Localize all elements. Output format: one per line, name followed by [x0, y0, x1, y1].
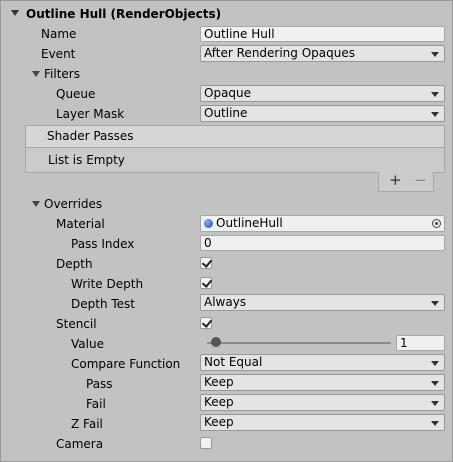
fail-value: Keep — [204, 395, 234, 409]
compare-function-value: Not Equal — [204, 355, 263, 369]
z-fail-dropdown[interactable]: Keep — [200, 414, 445, 431]
pass-label: Pass — [86, 377, 113, 391]
chevron-down-icon — [431, 92, 439, 97]
chevron-down-icon — [431, 381, 439, 386]
chevron-down-icon — [431, 301, 439, 306]
remove-item-button[interactable]: − — [414, 171, 427, 189]
list-empty-text: List is Empty — [48, 153, 125, 167]
fail-label: Fail — [86, 397, 106, 411]
depth-checkbox[interactable] — [200, 257, 213, 269]
pass-dropdown[interactable]: Keep — [200, 374, 445, 391]
event-dropdown[interactable]: After Rendering Opaques — [200, 45, 445, 62]
material-label: Material — [56, 217, 105, 231]
queue-value: Opaque — [204, 86, 252, 100]
chevron-down-icon — [431, 421, 439, 426]
chevron-down-icon — [431, 52, 439, 57]
event-value: After Rendering Opaques — [204, 46, 355, 60]
event-label: Event — [41, 47, 76, 61]
object-picker-icon[interactable] — [432, 219, 441, 228]
collapse-arrow-icon[interactable] — [11, 10, 19, 16]
value-input[interactable]: 1 — [396, 335, 445, 351]
camera-checkbox[interactable] — [200, 437, 212, 449]
layer-mask-label: Layer Mask — [56, 107, 125, 121]
component-header[interactable]: Outline Hull (RenderObjects) — [1, 1, 452, 27]
checkmark-icon — [201, 277, 213, 288]
name-input[interactable]: Outline Hull — [200, 26, 445, 42]
overrides-foldout-arrow-icon[interactable] — [32, 201, 40, 207]
chevron-down-icon — [431, 401, 439, 406]
compare-function-label: Compare Function — [71, 357, 181, 371]
camera-label: Camera — [56, 437, 104, 451]
component-title: Outline Hull (RenderObjects) — [26, 7, 222, 21]
shader-passes-list: Shader Passes List is Empty — [25, 125, 445, 173]
checkmark-icon — [201, 317, 213, 328]
write-depth-label: Write Depth — [71, 277, 144, 291]
stencil-label: Stencil — [56, 317, 97, 331]
depth-label: Depth — [56, 257, 93, 271]
list-footer: + − — [378, 171, 434, 192]
depth-test-dropdown[interactable]: Always — [200, 294, 445, 311]
material-object-field[interactable]: OutlineHull — [200, 215, 445, 232]
pass-index-label: Pass Index — [71, 237, 135, 251]
layer-mask-value: Outline — [204, 106, 248, 120]
z-fail-label: Z Fail — [71, 417, 103, 431]
value-slider-thumb[interactable] — [211, 337, 222, 347]
depth-test-value: Always — [204, 295, 247, 309]
chevron-down-icon — [431, 112, 439, 117]
compare-function-dropdown[interactable]: Not Equal — [200, 354, 445, 371]
shader-passes-header: Shader Passes — [26, 126, 444, 148]
filters-foldout-label[interactable]: Filters — [44, 67, 80, 81]
material-value: OutlineHull — [216, 216, 283, 230]
material-icon — [204, 219, 213, 228]
stencil-checkbox[interactable] — [200, 317, 213, 329]
chevron-down-icon — [431, 361, 439, 366]
filters-foldout-arrow-icon[interactable] — [32, 71, 40, 77]
z-fail-value: Keep — [204, 415, 234, 429]
layer-mask-dropdown[interactable]: Outline — [200, 105, 445, 122]
pass-value: Keep — [204, 375, 234, 389]
name-label: Name — [41, 27, 77, 41]
queue-dropdown[interactable]: Opaque — [200, 85, 445, 102]
value-slider-track[interactable] — [207, 342, 391, 344]
write-depth-checkbox[interactable] — [200, 277, 213, 289]
pass-index-input[interactable]: 0 — [200, 235, 445, 251]
shader-passes-title: Shader Passes — [47, 129, 134, 143]
depth-test-label: Depth Test — [71, 297, 135, 311]
inspector-panel: Outline Hull (RenderObjects) Name Outlin… — [0, 0, 453, 462]
queue-label: Queue — [56, 87, 96, 101]
checkmark-icon — [201, 257, 213, 268]
value-label: Value — [71, 337, 104, 351]
fail-dropdown[interactable]: Keep — [200, 394, 445, 411]
add-item-button[interactable]: + — [389, 171, 402, 189]
overrides-foldout-label[interactable]: Overrides — [44, 197, 102, 211]
